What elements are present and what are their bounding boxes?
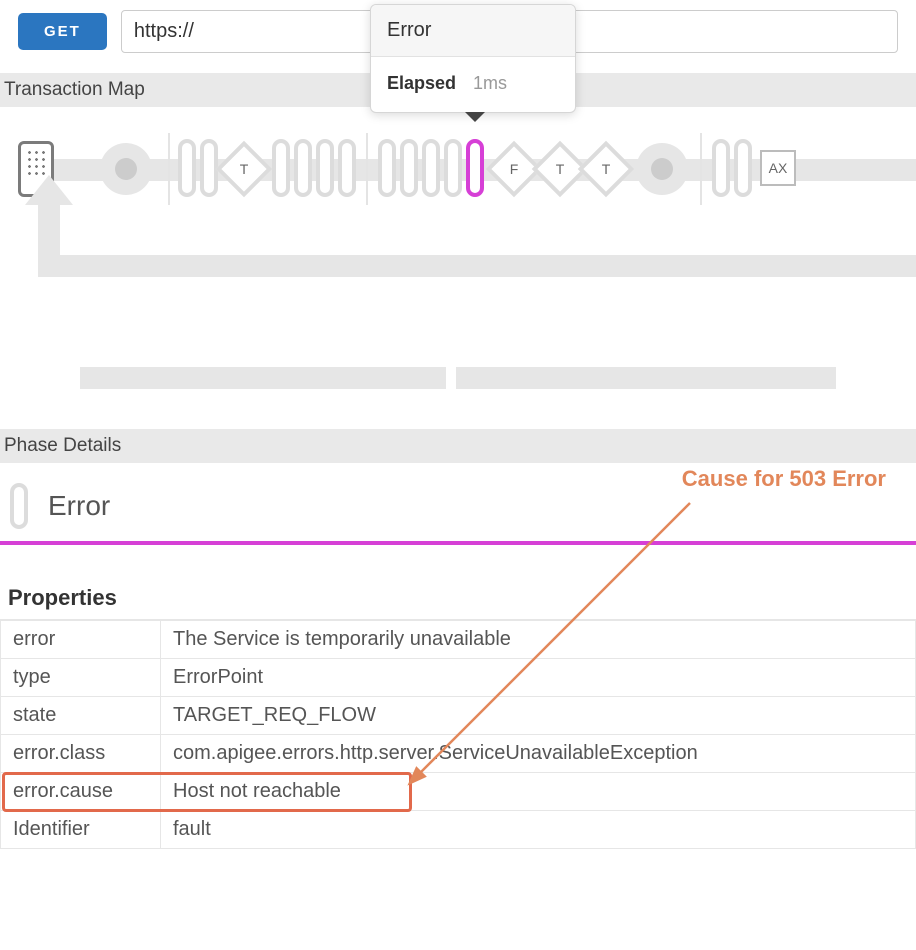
flow-endpoint-circle[interactable] [100,143,152,195]
property-key: error.class [1,735,161,773]
scroll-track[interactable] [80,367,446,389]
property-key: type [1,659,161,697]
popover-elapsed-value: 1ms [473,73,507,93]
popover-body: Elapsed 1ms [371,57,575,112]
property-key: error.cause [1,773,161,811]
property-key: Identifier [1,811,161,849]
property-row: typeErrorPoint [1,659,916,697]
property-key: state [1,697,161,735]
condition-step[interactable]: T [216,141,273,198]
policy-step[interactable] [178,139,196,197]
condition-step[interactable]: T [578,141,635,198]
policy-step[interactable] [316,139,334,197]
property-value: com.apigee.errors.http.server.ServiceUna… [161,735,916,773]
scroll-bars [0,367,916,389]
response-flow-arrow [18,197,916,327]
property-value: Host not reachable [161,773,916,811]
policy-step[interactable] [378,139,396,197]
policy-step[interactable] [338,139,356,197]
property-value: ErrorPoint [161,659,916,697]
property-row: stateTARGET_REQ_FLOW [1,697,916,735]
policy-step[interactable] [734,139,752,197]
phase-pill-icon [10,483,28,529]
policy-step[interactable] [294,139,312,197]
phase-title-row: Error Cause for 503 Error [0,463,916,545]
flow-endpoint-circle[interactable] [636,143,688,195]
property-row: error.classcom.apigee.errors.http.server… [1,735,916,773]
policy-step[interactable] [272,139,290,197]
group-divider [168,133,170,205]
property-row: error.causeHost not reachable [1,773,916,811]
section-header-phase-details: Phase Details [0,429,916,463]
target-step[interactable]: AX [760,150,796,186]
popover-title: Error [371,5,575,57]
phase-title: Error [48,490,110,522]
popover-elapsed-label: Elapsed [387,73,456,93]
policy-step[interactable] [422,139,440,197]
http-method-button[interactable]: GET [18,13,107,50]
annotation-label: Cause for 503 Error [682,466,886,492]
property-row: errorThe Service is temporarily unavaila… [1,621,916,659]
popover-arrow-icon [465,112,485,122]
property-value: The Service is temporarily unavailable [161,621,916,659]
error-popover: Error Elapsed 1ms [370,4,576,113]
transaction-map: T F T T AX [0,107,916,337]
group-divider [366,133,368,205]
property-value: fault [161,811,916,849]
property-row: Identifierfault [1,811,916,849]
policy-step[interactable] [400,139,418,197]
arrow-up-icon [25,175,73,205]
group-divider [700,133,702,205]
property-key: error [1,621,161,659]
policy-step[interactable] [444,139,462,197]
properties-table: errorThe Service is temporarily unavaila… [0,620,916,849]
scroll-track[interactable] [456,367,836,389]
policy-step[interactable] [712,139,730,197]
properties-heading: Properties [0,545,916,620]
top-bar: GET Error Elapsed 1ms [0,0,916,63]
property-value: TARGET_REQ_FLOW [161,697,916,735]
error-step[interactable] [466,139,484,197]
